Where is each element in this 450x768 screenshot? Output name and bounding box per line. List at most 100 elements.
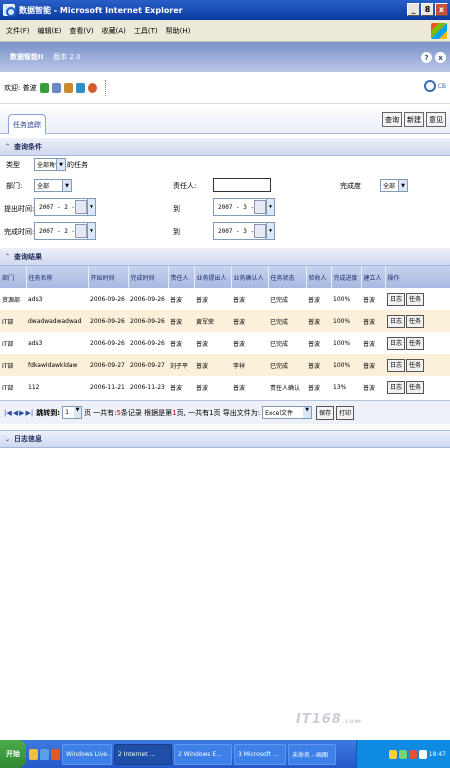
owner-input[interactable]	[213, 178, 271, 192]
type-select[interactable]: 全部角色 ▼	[34, 158, 66, 171]
media-icon[interactable]	[51, 748, 60, 760]
settings-icon[interactable]	[75, 82, 85, 93]
table-cell: IT部	[0, 332, 26, 354]
info-icon[interactable]	[87, 82, 97, 93]
task-button[interactable]: 任务	[406, 358, 425, 372]
tray-icon[interactable]	[398, 749, 407, 759]
feedback-button[interactable]: 意见	[426, 112, 446, 127]
total-mid: 条记录 根据是第	[120, 408, 173, 417]
chevron-down-icon: ▼	[56, 159, 65, 170]
first-page-icon[interactable]: |◀	[4, 409, 12, 417]
task-button[interactable]: 任务	[406, 380, 425, 394]
task-button[interactable]: 任务	[406, 314, 425, 328]
menu-tools[interactable]: 工具(T)	[134, 26, 158, 36]
log-button[interactable]: 日志	[387, 358, 406, 372]
row-actions: 日志 任务	[385, 332, 450, 354]
finish-from-date[interactable]: 2007 - 2 -20 ▼	[34, 222, 96, 240]
collapse-icon[interactable]: ⌃	[5, 253, 12, 260]
help-icon[interactable]: ?	[421, 52, 432, 63]
menu-help[interactable]: 帮助(H)	[166, 26, 191, 36]
log-button[interactable]: 日志	[387, 336, 406, 350]
log-button[interactable]: 日志	[387, 314, 406, 328]
new-button[interactable]: 新建	[404, 112, 424, 127]
close-button[interactable]: x	[435, 3, 448, 16]
watermark: IT168.com	[296, 712, 362, 727]
column-header: 任务名称	[26, 266, 89, 288]
table-cell: 黄军荣	[194, 310, 231, 332]
minimize-button[interactable]: _	[407, 3, 420, 16]
taskbar-item-microsoft[interactable]: 3 Microsoft ...	[234, 743, 286, 765]
save-button[interactable]: 保存	[316, 405, 335, 420]
welcome-text: 欢迎: 普波	[4, 83, 37, 92]
menu-file[interactable]: 文件(F)	[6, 26, 30, 36]
window-title-bar[interactable]: 数据智能 - Microsoft Internet Explorer _ 8 x	[0, 0, 450, 20]
progress-select[interactable]: 全部 ▼	[380, 179, 408, 192]
tray-icon[interactable]	[388, 749, 397, 759]
table-cell: 普波	[306, 332, 331, 354]
finish-to-date[interactable]: 2007 - 3 -20 ▼	[213, 222, 275, 240]
dept-select-value: 全部	[37, 183, 50, 190]
tray-icon[interactable]	[418, 749, 427, 759]
menu-edit[interactable]: 编辑(E)	[38, 26, 62, 36]
task-button[interactable]: 任务	[406, 292, 425, 306]
query-button[interactable]: 查询	[382, 112, 402, 127]
last-page-icon[interactable]: ▶|	[26, 409, 34, 417]
menu-favorites[interactable]: 收藏(A)	[102, 26, 126, 36]
table-cell: 普波	[361, 310, 385, 332]
results-table: 部门 任务名称 开始时间 完成时间 责任人 业务提出人 业务确认人 任务状态 验收人 完成进度 建立…	[0, 266, 450, 398]
chevron-down-icon: ▼	[62, 180, 71, 191]
table-cell: 普波	[231, 288, 268, 310]
taskbar-item-windows-live[interactable]: Windows Live...	[62, 743, 112, 765]
calendar-icon[interactable]	[75, 200, 87, 214]
page-select[interactable]: 1 ▼	[62, 406, 83, 419]
refresh-icon[interactable]	[39, 82, 49, 93]
finish-time-label: 完成时间:	[4, 228, 35, 236]
table-cell: 已完成	[268, 310, 306, 332]
submit-from-date[interactable]: 2007 - 2 -20 ▼	[34, 198, 96, 216]
folder-icon[interactable]	[29, 748, 38, 760]
expand-icon[interactable]: ⌄	[5, 436, 12, 443]
submit-time-label: 提出时间:	[4, 205, 35, 213]
next-page-icon[interactable]: ▶	[19, 409, 24, 417]
calendar-icon[interactable]	[254, 224, 266, 238]
prev-page-icon[interactable]: ◀	[13, 409, 18, 417]
table-cell: 普波	[361, 376, 385, 398]
dept-label: 部门:	[6, 182, 23, 190]
log-button[interactable]: 日志	[387, 292, 406, 306]
search-icon[interactable]	[423, 80, 436, 92]
users-icon[interactable]	[63, 82, 73, 93]
row-actions: 日志 任务	[385, 310, 450, 332]
window-controls: _ 8 x	[407, 3, 448, 16]
results-section-header[interactable]: ⌃ 查询结果	[0, 248, 450, 266]
query-section-header[interactable]: ⌃ 查询条件	[0, 138, 450, 156]
menu-view[interactable]: 查看(V)	[69, 26, 93, 36]
app-close-icon[interactable]: x	[435, 52, 446, 63]
dept-select[interactable]: 全部 ▼	[34, 179, 72, 192]
log-button[interactable]: 日志	[387, 380, 406, 394]
print-button[interactable]: 打印	[336, 405, 355, 420]
taskbar-item-internet[interactable]: 2 Internet ...	[114, 743, 172, 765]
tab-actions: 查询 新建 意见	[382, 112, 446, 127]
start-button[interactable]: 开始	[0, 740, 26, 768]
calendar-icon[interactable]	[254, 200, 266, 214]
column-header: 验收人	[306, 266, 332, 288]
calendar-icon[interactable]	[75, 224, 87, 238]
export-format-select[interactable]: Excel文件 ▼	[262, 406, 313, 419]
taskbar-item-windows-explorer[interactable]: 2 Windows E...	[174, 743, 232, 765]
table-cell: IT部	[0, 354, 26, 376]
maximize-button[interactable]: 8	[421, 3, 434, 16]
document-icon[interactable]	[51, 82, 61, 93]
search-area[interactable]: CB	[423, 80, 446, 92]
search-label: CB	[437, 82, 446, 90]
taskbar-item-paint[interactable]: 未命名 - 画图	[288, 743, 336, 765]
table-row: 资源部 ads3 2006-09-26 2006-09-26 普波 普波 普波 已完成 普波 10…	[0, 288, 450, 310]
tray-icon[interactable]	[408, 749, 417, 759]
ie-quicklaunch-icon[interactable]	[40, 748, 49, 760]
quick-launch	[29, 748, 60, 760]
submit-to-date[interactable]: 2007 - 3 -20 ▼	[213, 198, 275, 216]
tab-task-tracking[interactable]: 任务追踪	[8, 114, 46, 134]
collapse-icon[interactable]: ⌃	[5, 143, 12, 150]
table-cell: 2006-09-26	[128, 288, 168, 310]
task-button[interactable]: 任务	[406, 336, 425, 350]
log-section-header[interactable]: ⌄ 日志信息	[0, 430, 450, 448]
